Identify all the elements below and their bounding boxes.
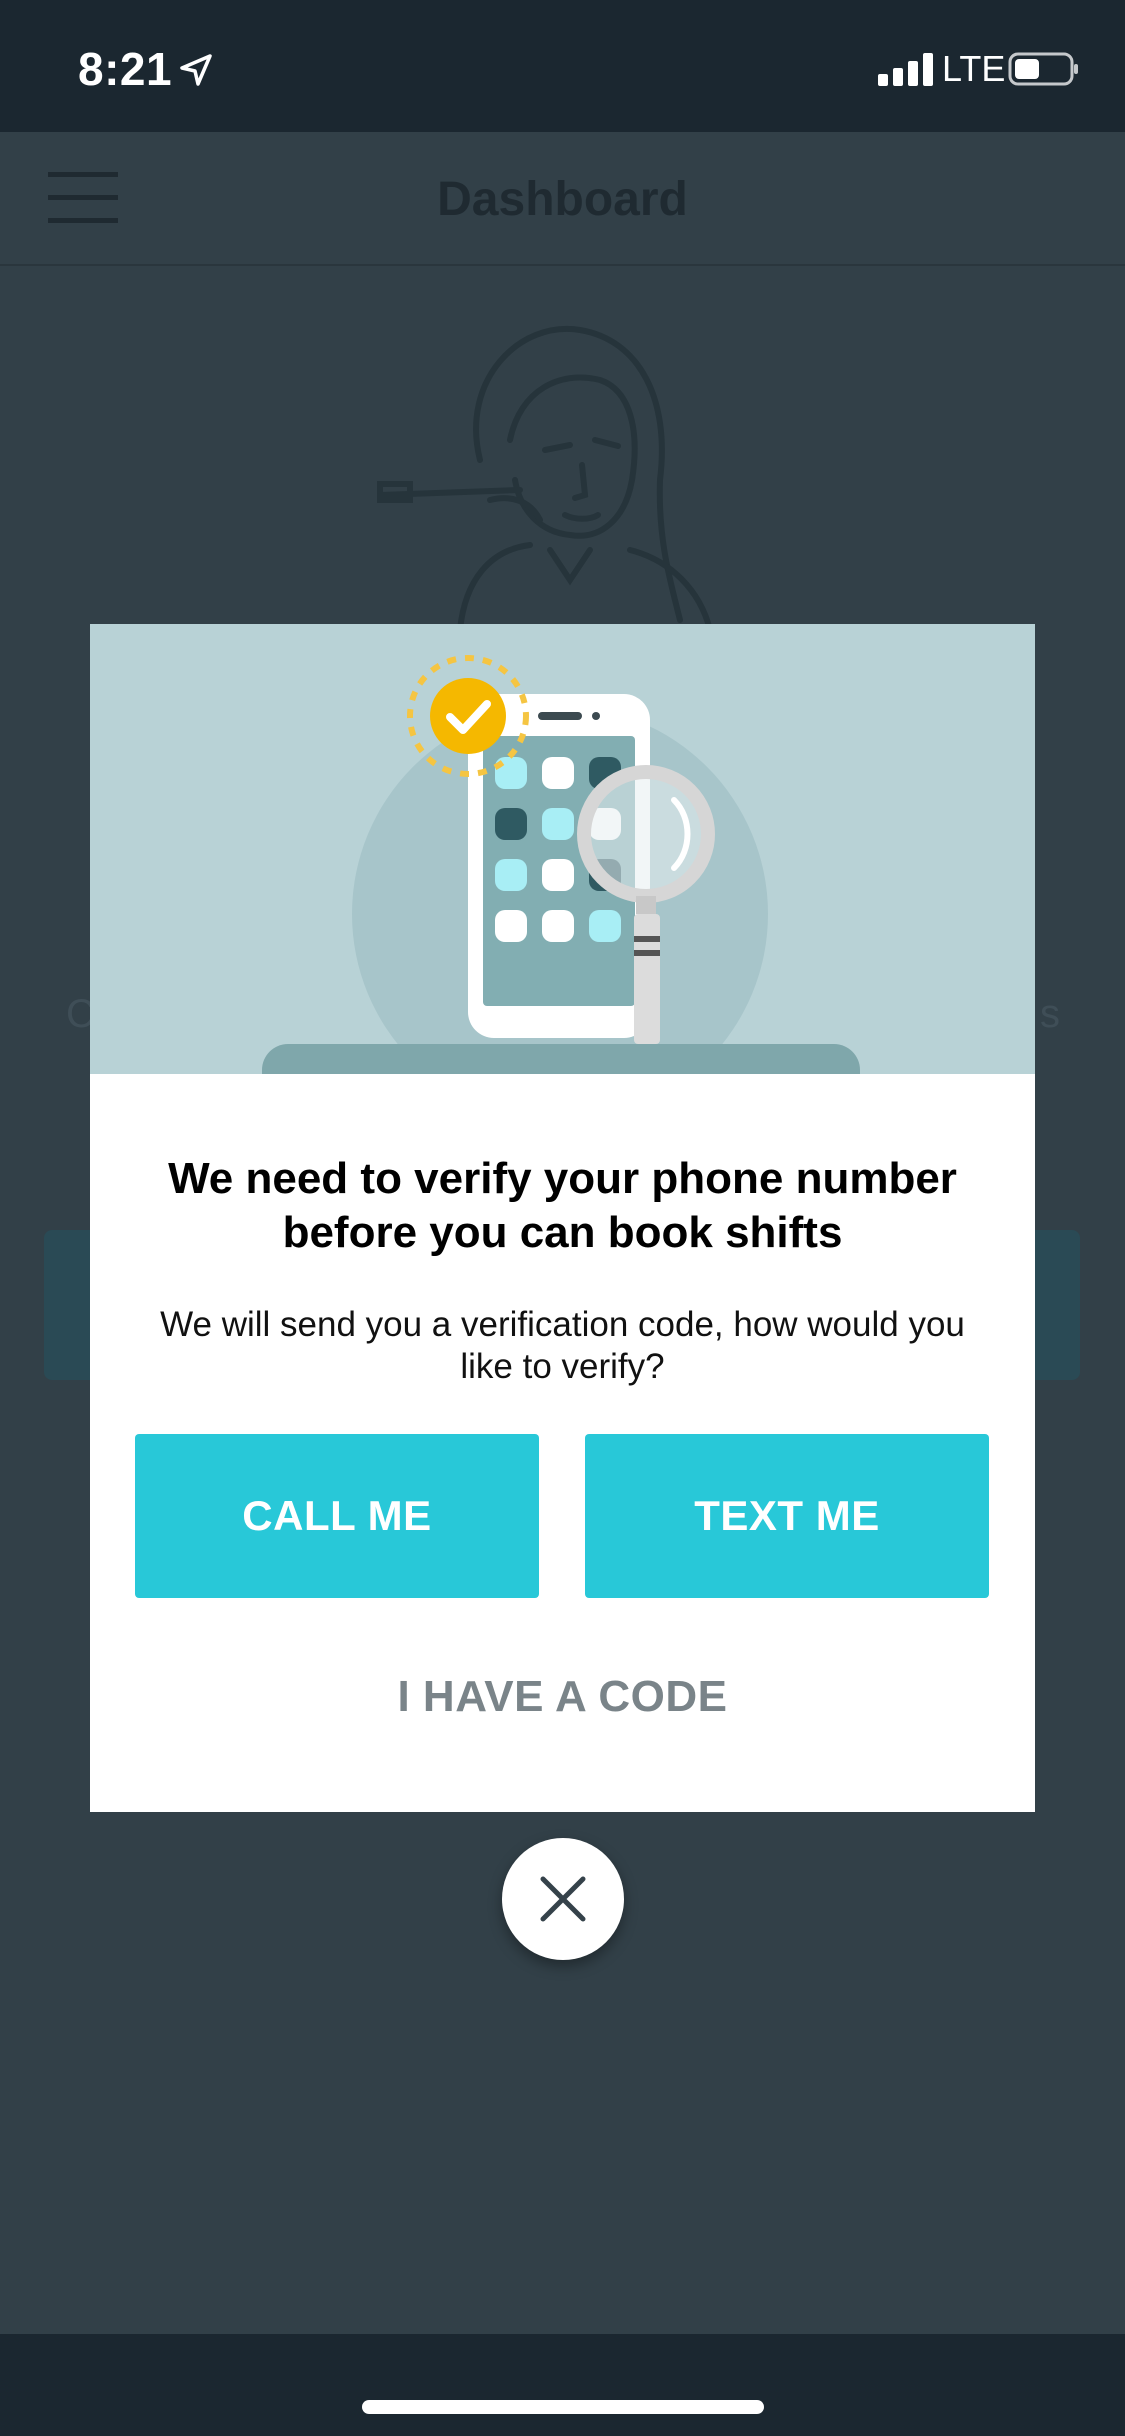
modal-title: We need to verify your phone number befo…: [168, 1154, 957, 1257]
modal-message: We will send you a verification code, ho…: [160, 1305, 965, 1386]
network-label: LTE: [942, 48, 1006, 89]
app-header: Dashboard: [0, 132, 1125, 266]
bottom-bar: [0, 2334, 1125, 2436]
call-me-button[interactable]: CALL ME: [135, 1434, 539, 1598]
text-me-button[interactable]: TEXT ME: [585, 1434, 989, 1598]
battery-icon: [1008, 52, 1078, 86]
verification-illustration: [90, 624, 1035, 1074]
verify-phone-modal: We need to verify your phone number befo…: [90, 624, 1035, 1812]
location-arrow-icon: [180, 54, 212, 86]
page-title: Dashboard: [437, 173, 688, 226]
status-bar: 8:21 LTE: [0, 0, 1125, 132]
home-indicator[interactable]: [362, 2400, 764, 2414]
status-time: 8:21: [78, 43, 173, 95]
phone-verification-illustration: [262, 655, 860, 1074]
background-text-right: s: [1040, 992, 1060, 1036]
signal-icon: [878, 53, 933, 86]
have-code-button[interactable]: I HAVE A CODE: [90, 1672, 1035, 1722]
person-illustration: [377, 325, 713, 630]
close-button[interactable]: [502, 1838, 624, 1960]
close-icon: [540, 1876, 586, 1922]
screen: 8:21 LTE Dashboard C s We need to verify…: [0, 0, 1125, 2436]
